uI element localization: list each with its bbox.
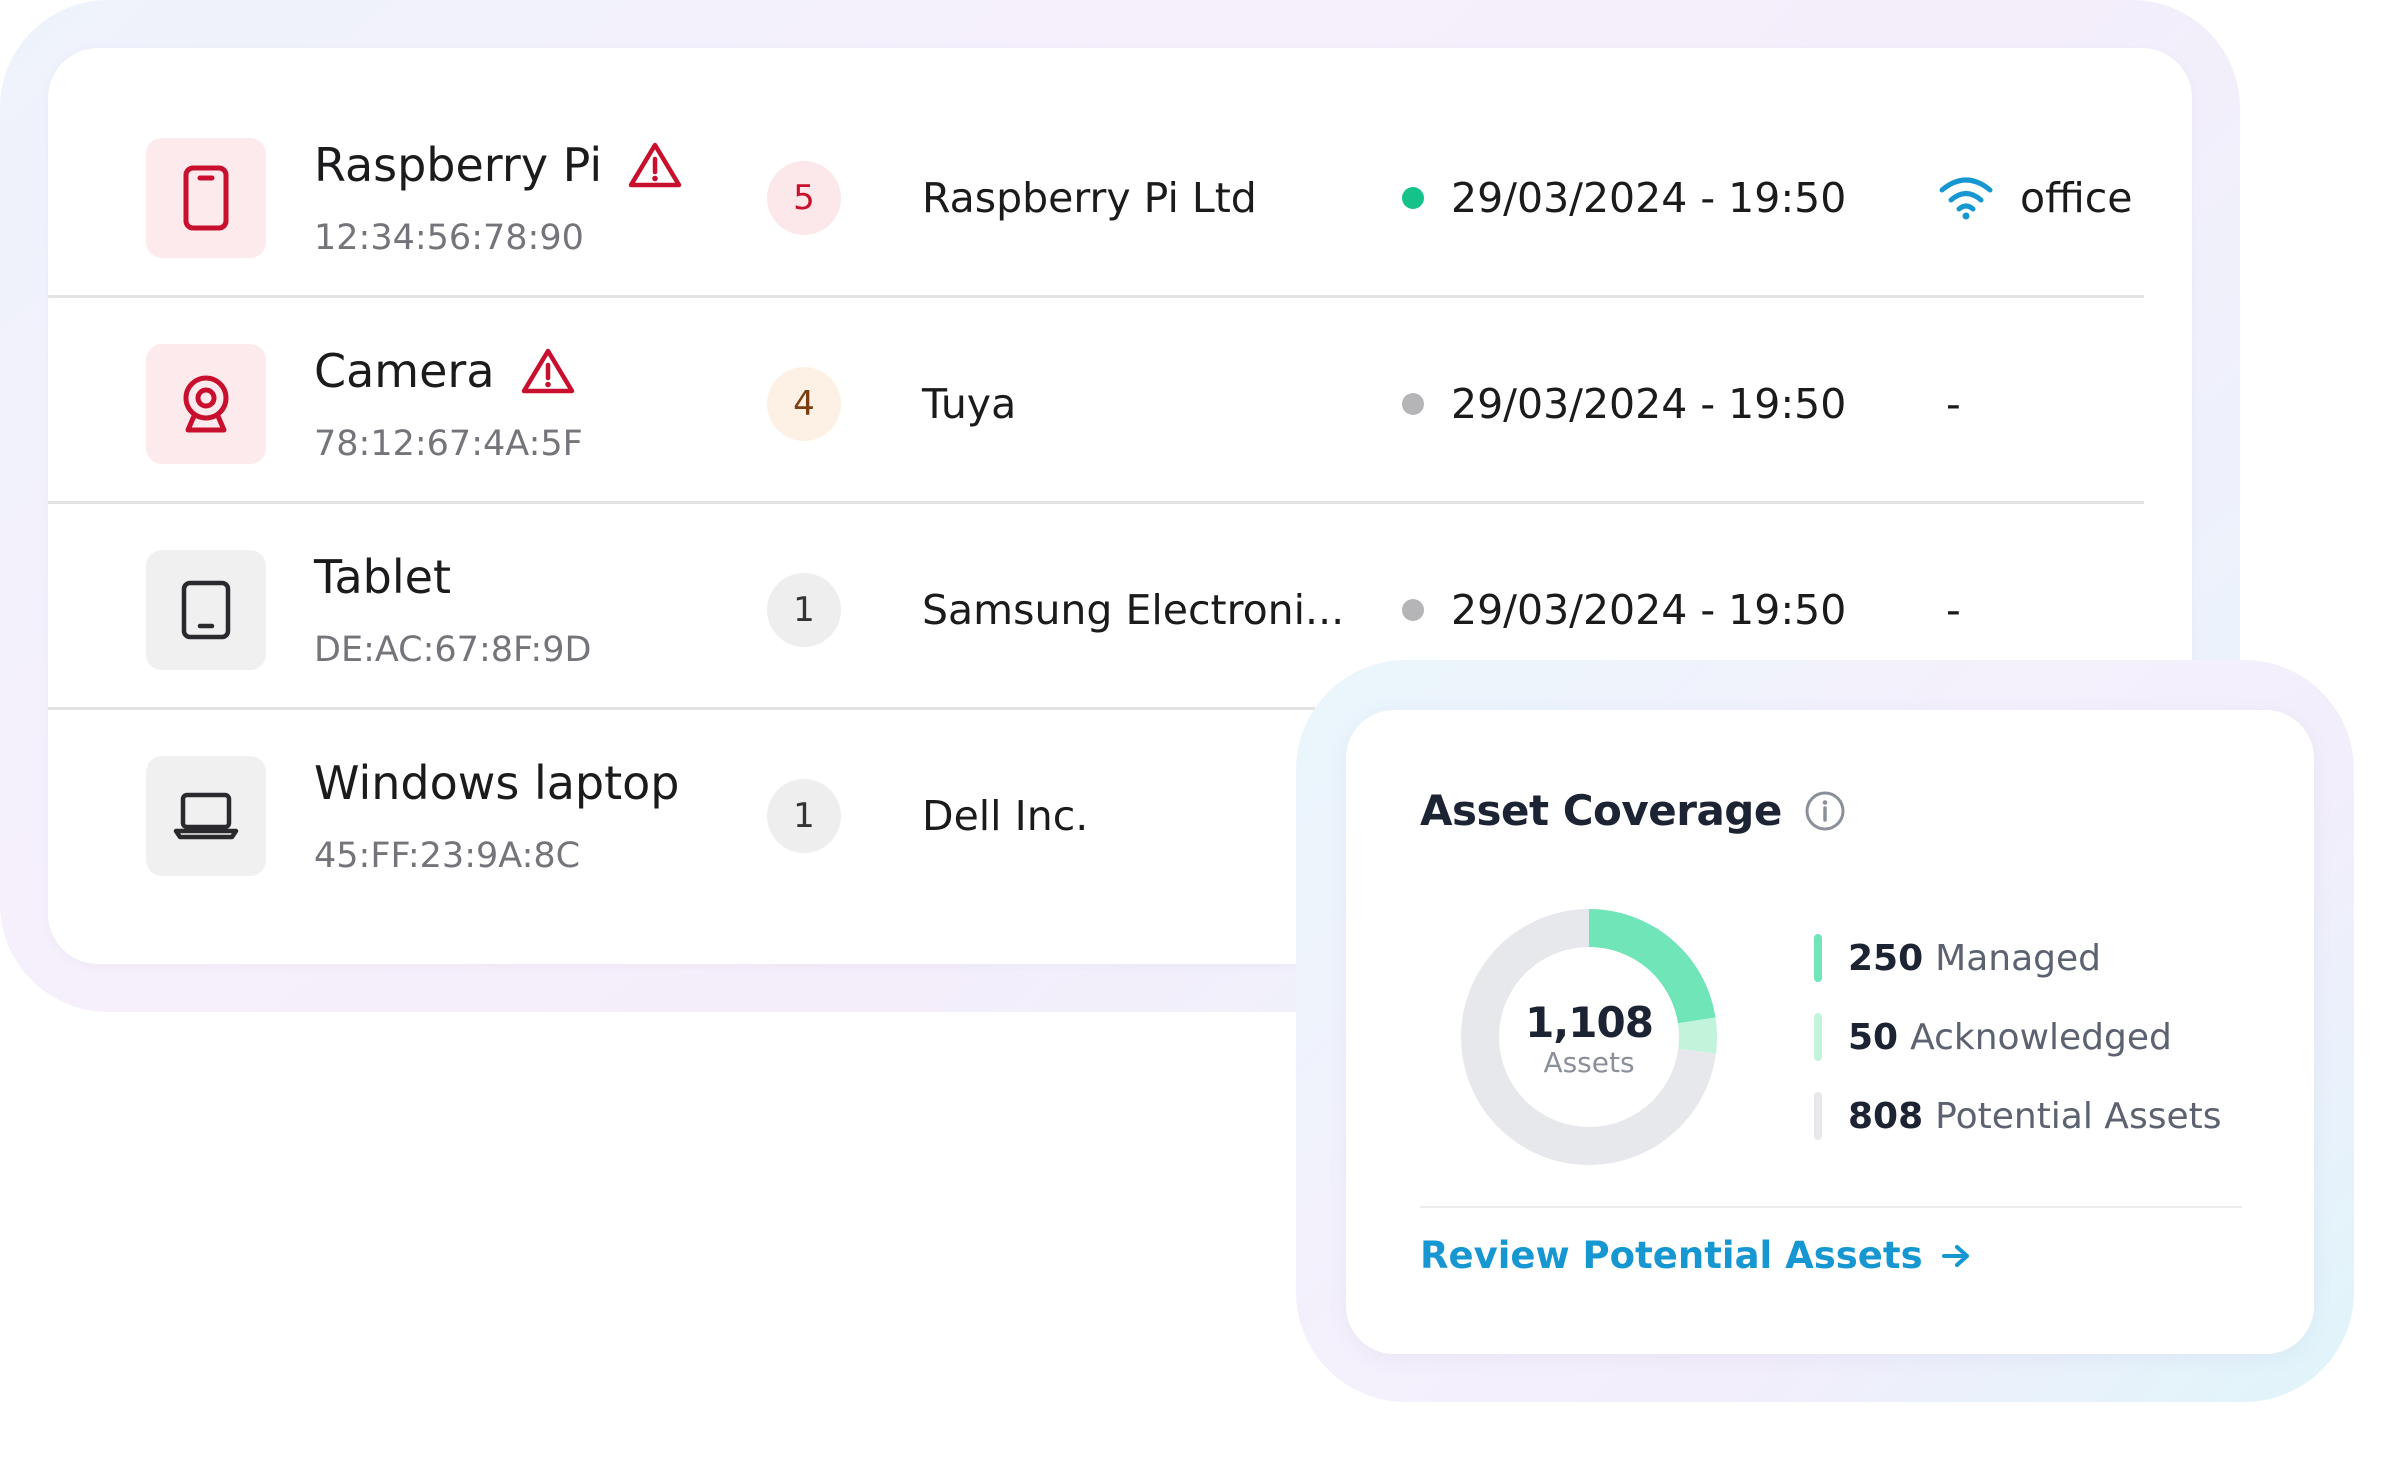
- warning-icon[interactable]: [521, 347, 575, 395]
- legend-swatch: [1814, 934, 1822, 982]
- device-vendor: Raspberry Pi Ltd: [922, 174, 1257, 222]
- device-vendor: Tuya: [922, 380, 1017, 428]
- review-potential-assets-link[interactable]: Review Potential Assets: [1420, 1234, 1971, 1277]
- last-seen-timestamp: 29/03/2024 - 19:50: [1451, 586, 1847, 634]
- legend-item-acknowledged: 50 Acknowledged: [1814, 1013, 2172, 1061]
- alert-count-badge: 1: [767, 573, 841, 647]
- status-dot-online: [1402, 187, 1424, 209]
- legend-item-managed: 250 Managed: [1814, 934, 2101, 982]
- legend-swatch: [1814, 1013, 1822, 1061]
- device-icon-box: [146, 138, 266, 258]
- device-vendor: Samsung Electroni...: [922, 586, 1345, 634]
- device-mac: 12:34:56:78:90: [314, 218, 584, 258]
- device-mac: DE:AC:67:8F:9D: [314, 630, 592, 670]
- wifi-icon: [1939, 177, 1993, 220]
- device-name: Windows laptop: [314, 756, 680, 810]
- last-seen-timestamp: 29/03/2024 - 19:50: [1451, 380, 1847, 428]
- alert-count-badge: 4: [767, 367, 841, 441]
- network-name: -: [1946, 586, 1961, 634]
- donut-total-value: 1,108: [1525, 998, 1654, 1047]
- legend-item-potential: 808 Potential Assets: [1814, 1092, 2221, 1140]
- coverage-title: Asset Coverage: [1420, 786, 1846, 835]
- webcam-icon: [183, 375, 229, 433]
- network-name: office: [2020, 174, 2133, 222]
- device-icon-box: [146, 550, 266, 670]
- legend-label: Managed: [1935, 937, 2102, 979]
- network-name: -: [1946, 380, 1961, 428]
- donut-total-label: Assets: [1543, 1046, 1635, 1079]
- legend-value: 250: [1848, 937, 1924, 979]
- device-mac: 78:12:67:4A:5F: [314, 424, 583, 464]
- legend-swatch: [1814, 1092, 1822, 1140]
- legend-label: Acknowledged: [1910, 1016, 2172, 1058]
- status-dot-offline: [1402, 393, 1424, 415]
- alert-count-badge: 1: [767, 779, 841, 853]
- legend-value: 50: [1848, 1016, 1899, 1058]
- device-icon-box: [146, 756, 266, 876]
- laptop-icon: [173, 792, 239, 840]
- status-dot-offline: [1402, 599, 1424, 621]
- device-icon-box: [146, 344, 266, 464]
- device-mac: 45:FF:23:9A:8C: [314, 836, 581, 876]
- phone-icon: [183, 165, 229, 231]
- device-name: Camera: [314, 344, 575, 398]
- alert-count-badge: 5: [767, 161, 841, 235]
- info-icon[interactable]: [1804, 790, 1846, 832]
- device-name: Tablet: [314, 550, 451, 604]
- warning-icon[interactable]: [628, 141, 682, 189]
- last-seen-timestamp: 29/03/2024 - 19:50: [1451, 174, 1847, 222]
- coverage-donut-chart: 1,108 Assets: [1460, 908, 1718, 1166]
- device-name: Raspberry Pi: [314, 138, 682, 192]
- legend-label: Potential Assets: [1935, 1095, 2222, 1137]
- tablet-icon: [181, 580, 231, 640]
- legend-value: 808: [1848, 1095, 1924, 1137]
- arrow-right-icon: [1941, 1243, 1971, 1269]
- device-vendor: Dell Inc.: [922, 792, 1089, 840]
- coverage-divider: [1420, 1206, 2242, 1208]
